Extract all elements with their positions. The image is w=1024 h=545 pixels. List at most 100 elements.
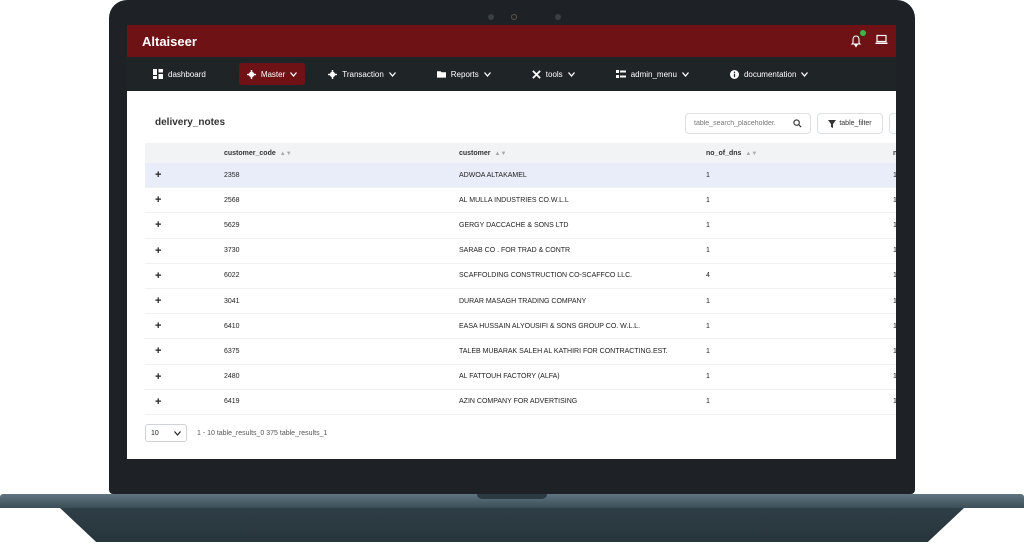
gear-icon	[246, 69, 256, 79]
table-row[interactable]: +2480 AL FATTOUH FACTORY (ALFA) 1 1	[145, 365, 896, 390]
cell-customer-code: 3041	[224, 297, 240, 305]
filter-label: table_filter	[839, 120, 872, 127]
nav-item-label: admin_menu	[630, 69, 677, 79]
cell-customer-code: 5629	[224, 221, 240, 229]
expand-row-button[interactable]: +	[145, 245, 224, 257]
cell-customer-code: 6410	[224, 322, 240, 330]
nav-item-reports[interactable]: Reports	[429, 63, 499, 85]
cell-customer-code: 6375	[224, 347, 240, 355]
cell-no-of-dns: 1	[706, 297, 710, 305]
nav-item-label: dashboard	[168, 69, 206, 79]
nav-item-label: Master	[260, 69, 286, 79]
table-row[interactable]: +3730 SARAB CO . FOR TRAD & CONTR 1 1	[145, 239, 896, 264]
table-row[interactable]: +6375 TALEB MUBARAK SALEH AL KATHIRI FOR …	[145, 339, 896, 365]
cell-cut-off: 1	[893, 272, 896, 280]
chevron-down-icon	[290, 71, 298, 77]
cell-customer: AL MULLA INDUSTRIES CO.W.L.L	[459, 196, 569, 204]
cell-customer: AL FATTOUH FACTORY (ALFA)	[459, 373, 560, 381]
table-header: customer_code ▲▼ customer ▲▼ no_of_dns ▲▼ n	[145, 143, 896, 163]
results-summary: 1 - 10 table_results_0 375 table_results…	[197, 429, 328, 437]
cell-no-of-dns: 1	[706, 322, 710, 330]
tools-icon	[532, 69, 541, 79]
nav-item-label: tools	[545, 69, 563, 79]
search-input[interactable]: table_search_placeholder.	[685, 113, 811, 134]
sort-icon: ▲▼	[745, 150, 758, 157]
table-row[interactable]: +5629 GERGY DACCACHE & SONS LTD 1 1	[145, 213, 896, 239]
cell-customer-code: 2358	[224, 171, 240, 179]
column-header-no-of-dns[interactable]: no_of_dns ▲▼	[706, 150, 893, 157]
nav-item-transaction[interactable]: Transaction	[320, 63, 404, 85]
laptop-notch	[477, 494, 547, 499]
chevron-down-icon	[567, 71, 575, 77]
nav-item-admin-menu[interactable]: admin_menu	[608, 63, 697, 85]
table-row[interactable]: +6022 SCAFFOLDING CONSTRUCTION CO-SCAFFCO…	[145, 264, 896, 289]
filter-button[interactable]: table_filter	[817, 113, 883, 134]
cell-customer: SCAFFOLDING CONSTRUCTION CO-SCAFFCO LLC.	[459, 272, 633, 280]
expand-row-button[interactable]: +	[145, 396, 224, 408]
folder-icon	[436, 70, 446, 78]
cell-customer: ADWOA ALTAKAMEL	[459, 171, 527, 179]
cell-customer: SARAB CO . FOR TRAD & CONTR	[459, 247, 571, 255]
expand-row-button[interactable]: +	[145, 194, 224, 206]
table-row[interactable]: +2568 AL MULLA INDUSTRIES CO.W.L.L 1 1	[145, 188, 896, 214]
laptop-icon[interactable]	[875, 32, 888, 50]
table-row[interactable]: +6419 AZIN COMPANY FOR ADVERTISING 1 1	[145, 390, 896, 415]
cell-no-of-dns: 1	[706, 373, 710, 381]
filter-icon	[828, 119, 837, 128]
table-row[interactable]: +6410 EASA HUSSAIN ALYOUSIFI & SONS GROUP…	[145, 314, 896, 340]
column-header-customer[interactable]: customer ▲▼	[459, 150, 706, 157]
expand-row-button[interactable]: +	[145, 320, 224, 332]
cell-customer: TALEB MUBARAK SALEH AL KATHIRI FOR CONTR…	[459, 347, 668, 355]
chevron-down-icon	[174, 430, 181, 436]
expand-row-button[interactable]: +	[145, 371, 224, 383]
cell-cut-off: 1	[893, 322, 896, 330]
column-header-cut-off[interactable]: n	[893, 150, 896, 157]
expand-row-button[interactable]: +	[145, 295, 224, 307]
search-icon	[793, 119, 802, 128]
cell-cut-off: 1	[893, 373, 896, 381]
sort-icon: ▲▼	[279, 150, 292, 157]
nav-item-master[interactable]: Master	[238, 63, 306, 85]
nav-item-dashboard[interactable]: dashboard	[145, 63, 214, 85]
table-row[interactable]: +2358 ADWOA ALTAKAMEL 1 1	[145, 163, 896, 189]
cell-no-of-dns: 1	[706, 171, 710, 179]
expand-row-button[interactable]: +	[145, 169, 224, 181]
nav-item-tools[interactable]: tools	[524, 63, 583, 85]
toolbar-extra-button[interactable]	[889, 113, 896, 134]
cell-no-of-dns: 4	[706, 272, 710, 280]
nav-item-label: Transaction	[342, 69, 384, 79]
sensor-icon	[488, 14, 494, 20]
notification-bell-icon[interactable]	[849, 30, 866, 48]
cell-cut-off: 1	[893, 247, 896, 255]
table-row[interactable]: +3041 DURAR MASAGH TRADING COMPANY 1 1	[145, 289, 896, 315]
cell-no-of-dns: 1	[706, 247, 710, 255]
cell-customer-code: 3730	[224, 247, 240, 255]
nav-item-documentation[interactable]: documentation	[722, 63, 816, 85]
page-title: delivery_notes	[155, 117, 226, 128]
data-table: customer_code ▲▼ customer ▲▼ no_of_dns ▲▼ n…	[145, 143, 896, 415]
cell-no-of-dns: 1	[706, 196, 710, 204]
cell-no-of-dns: 1	[706, 347, 710, 355]
info-icon	[729, 69, 739, 79]
app-title: Altaiseer	[142, 33, 197, 49]
gear-icon	[328, 69, 338, 79]
admin-list-icon	[615, 70, 626, 78]
page-size-select[interactable]: 10	[145, 424, 187, 442]
notification-dot	[860, 30, 866, 36]
cell-cut-off: 1	[893, 221, 896, 229]
cell-cut-off: 1	[893, 347, 896, 355]
expand-row-button[interactable]: +	[145, 219, 224, 231]
cell-customer-code: 2480	[224, 373, 240, 381]
expand-row-button[interactable]: +	[145, 345, 224, 357]
column-header-customer-code[interactable]: customer_code ▲▼	[224, 150, 459, 157]
cell-customer-code: 6419	[224, 398, 240, 406]
chevron-down-icon	[801, 71, 809, 77]
sensor-icon	[555, 14, 561, 20]
expand-row-button[interactable]: +	[145, 270, 224, 282]
cell-customer-code: 6022	[224, 272, 240, 280]
sort-icon: ▲▼	[494, 150, 507, 157]
main-nav: dashboard Master Transaction Reports tools ad…	[127, 57, 896, 91]
cell-customer: AZIN COMPANY FOR ADVERTISING	[459, 398, 578, 406]
chevron-down-icon	[483, 71, 491, 77]
cell-no-of-dns: 1	[706, 221, 710, 229]
